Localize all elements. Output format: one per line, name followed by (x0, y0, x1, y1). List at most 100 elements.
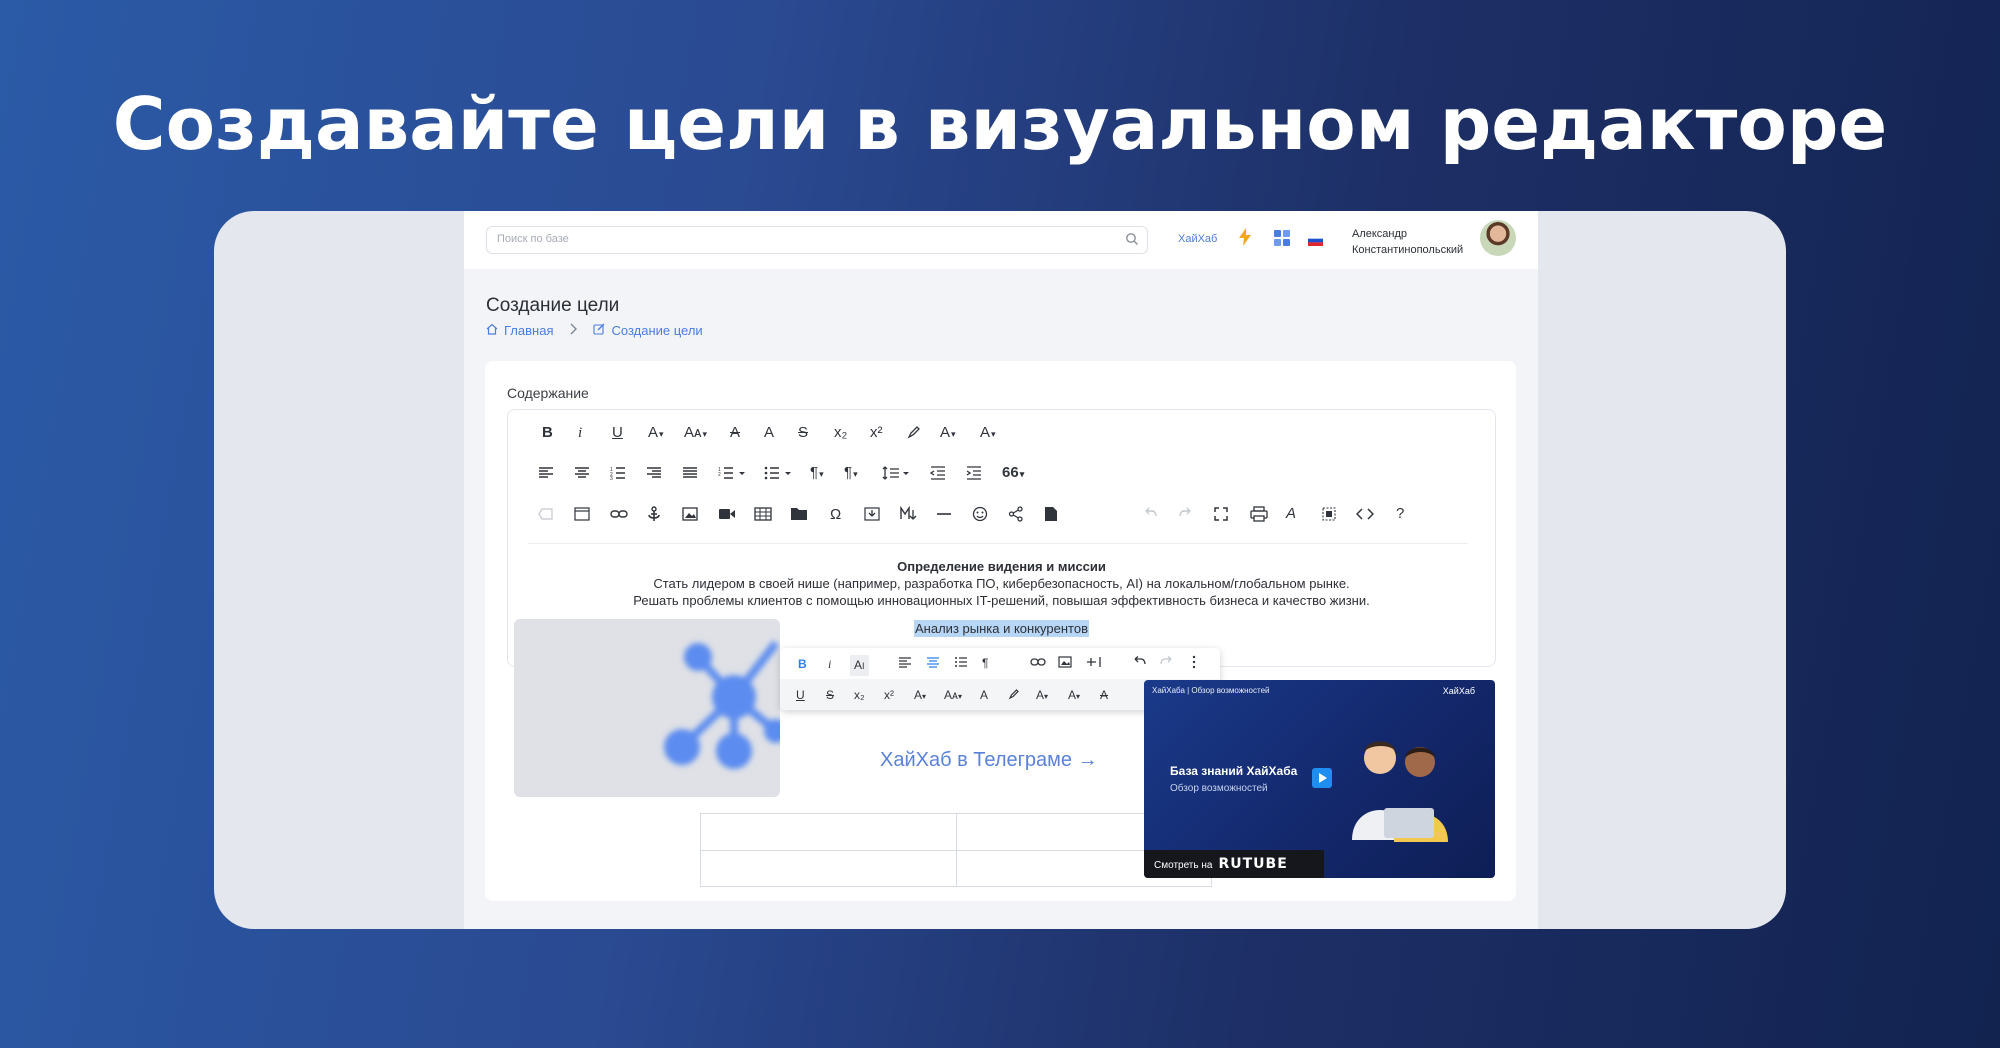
popup-insert-icon[interactable] (1086, 656, 1102, 671)
video-subtitle: Обзор возможностей (1170, 783, 1268, 794)
align-center-icon[interactable] (574, 466, 590, 480)
popup-font-size-button[interactable]: AI (850, 655, 869, 676)
superscript-button[interactable]: x² (870, 424, 883, 442)
link-icon[interactable] (610, 507, 628, 521)
outdent-icon[interactable] (930, 466, 946, 480)
doc-line-2: Решать проблемы клиентов с помощью иннов… (633, 593, 1370, 608)
popup-font-size-dropdown[interactable]: Aᴀ▾ (944, 688, 962, 704)
image-placeholder[interactable] (514, 619, 780, 797)
bolt-icon[interactable] (1239, 228, 1251, 251)
popup-undo-icon[interactable] (1132, 656, 1146, 671)
popup-list-icon[interactable] (954, 656, 968, 671)
breadcrumb: Главная Создание цели (486, 323, 703, 338)
tag-icon[interactable] (538, 508, 554, 520)
source-code-icon[interactable] (1356, 507, 1374, 521)
image-icon[interactable] (682, 507, 698, 521)
document-body[interactable]: Определение видения и миссии Стать лидер… (508, 558, 1495, 609)
text-color-icon[interactable]: A (764, 424, 774, 442)
search-placeholder: Поиск по базе (497, 233, 569, 245)
bold-button[interactable]: B (542, 424, 553, 442)
select-all-icon[interactable] (1322, 507, 1336, 521)
folder-icon[interactable] (790, 506, 808, 521)
quote-button[interactable]: 66▾ (1002, 464, 1024, 483)
fullscreen-icon[interactable] (1214, 507, 1228, 521)
subscript-button[interactable]: x₂ (834, 424, 847, 442)
print-icon[interactable] (1250, 506, 1268, 522)
italic-button[interactable]: i (578, 424, 582, 442)
align-left-icon[interactable] (538, 466, 554, 480)
undo-icon[interactable] (1142, 507, 1158, 521)
popup-clear-format-icon[interactable]: A (1100, 688, 1108, 702)
spellcheck-icon[interactable]: A (1286, 505, 1296, 523)
horizontal-rule-icon[interactable] (936, 507, 952, 521)
clear-format-icon[interactable]: A (730, 424, 740, 442)
popup-align-left-icon[interactable] (898, 656, 912, 671)
bullet-list-dropdown-icon[interactable] (764, 466, 792, 480)
popup-underline-button[interactable]: U (796, 688, 805, 702)
indent-icon[interactable] (966, 466, 982, 480)
table-icon[interactable] (754, 507, 772, 521)
paragraph-button[interactable]: ¶▾ (810, 464, 824, 483)
download-icon[interactable] (864, 507, 880, 521)
popup-italic-button[interactable]: i (828, 657, 831, 671)
breadcrumb-current[interactable]: Создание цели (611, 323, 702, 338)
line-height-icon[interactable] (882, 466, 910, 480)
embed-block-icon[interactable] (574, 507, 590, 521)
popup-text-style-button[interactable]: A▾ (1068, 688, 1080, 704)
strikethrough-button[interactable]: S (798, 424, 808, 442)
selected-text: Анализ рынка и конкурентов (914, 620, 1089, 637)
popup-font-button[interactable]: A▾ (914, 688, 926, 704)
popup-more-icon[interactable] (1192, 655, 1196, 672)
help-button[interactable]: ? (1396, 505, 1404, 523)
popup-text-color-icon[interactable]: A (980, 688, 988, 702)
popup-bold-button[interactable]: B (798, 657, 807, 671)
ordered-list-dropdown-icon[interactable]: 12 (718, 466, 746, 480)
user-last-name: Константинопольский (1352, 244, 1464, 256)
popup-superscript-button[interactable]: x² (884, 688, 894, 702)
network-graph-icon (664, 640, 780, 769)
user-name[interactable]: Александр Константинопольский (1352, 226, 1463, 258)
brand-link[interactable]: ХайХаб (1178, 233, 1217, 245)
markdown-icon[interactable] (900, 506, 918, 521)
file-icon[interactable] (1044, 506, 1058, 522)
text-style-button[interactable]: A▾ (980, 424, 996, 443)
apps-grid-icon[interactable] (1274, 230, 1290, 251)
font-button[interactable]: A▾ (648, 424, 664, 443)
popup-strike-button[interactable]: S (826, 688, 834, 702)
special-char-button[interactable]: Ω (830, 506, 841, 524)
popup-link-icon[interactable] (1030, 656, 1046, 671)
breadcrumb-home[interactable]: Главная (504, 323, 553, 338)
popup-highlighter-icon[interactable] (1008, 688, 1020, 703)
table-row-divider (701, 850, 1211, 851)
share-icon[interactable] (1008, 506, 1024, 522)
editor-table[interactable] (700, 813, 1212, 887)
watch-on-rutube[interactable]: Смотреть на RUTUBE (1144, 850, 1324, 878)
justify-icon[interactable] (682, 466, 698, 480)
popup-redo-icon[interactable] (1160, 656, 1174, 671)
search-icon[interactable] (1125, 232, 1139, 251)
anchor-icon[interactable] (646, 506, 662, 522)
video-embed[interactable]: ХайХаба | Обзор возможностей ХайХаб База… (1144, 680, 1495, 878)
home-icon (486, 323, 498, 338)
redo-icon[interactable] (1178, 507, 1194, 521)
watch-label: Смотреть на (1154, 860, 1213, 871)
play-icon[interactable] (1312, 768, 1332, 788)
popup-subscript-button[interactable]: x₂ (854, 688, 865, 702)
numbered-list-icon[interactable]: 123 (610, 466, 626, 480)
emoji-icon[interactable] (972, 506, 988, 522)
font-size-button[interactable]: Aᴀ▾ (684, 424, 707, 443)
align-right-icon[interactable] (646, 466, 662, 480)
background-color-button[interactable]: A▾ (940, 424, 956, 443)
paragraph-style-button[interactable]: ¶▾ (844, 464, 858, 483)
popup-bg-color-button[interactable]: A▾ (1036, 688, 1048, 704)
popup-paragraph-icon[interactable]: ¶ (982, 656, 988, 670)
language-flag-icon[interactable] (1307, 233, 1324, 246)
avatar[interactable] (1480, 220, 1516, 256)
telegram-link[interactable]: ХайХаб в Телеграме → (880, 749, 1098, 772)
search-input[interactable]: Поиск по базе (486, 226, 1148, 254)
video-icon[interactable] (718, 507, 736, 521)
popup-image-icon[interactable] (1058, 656, 1072, 671)
underline-button[interactable]: U (612, 424, 623, 442)
popup-align-center-icon[interactable] (926, 656, 940, 671)
highlighter-icon[interactable] (906, 424, 922, 440)
